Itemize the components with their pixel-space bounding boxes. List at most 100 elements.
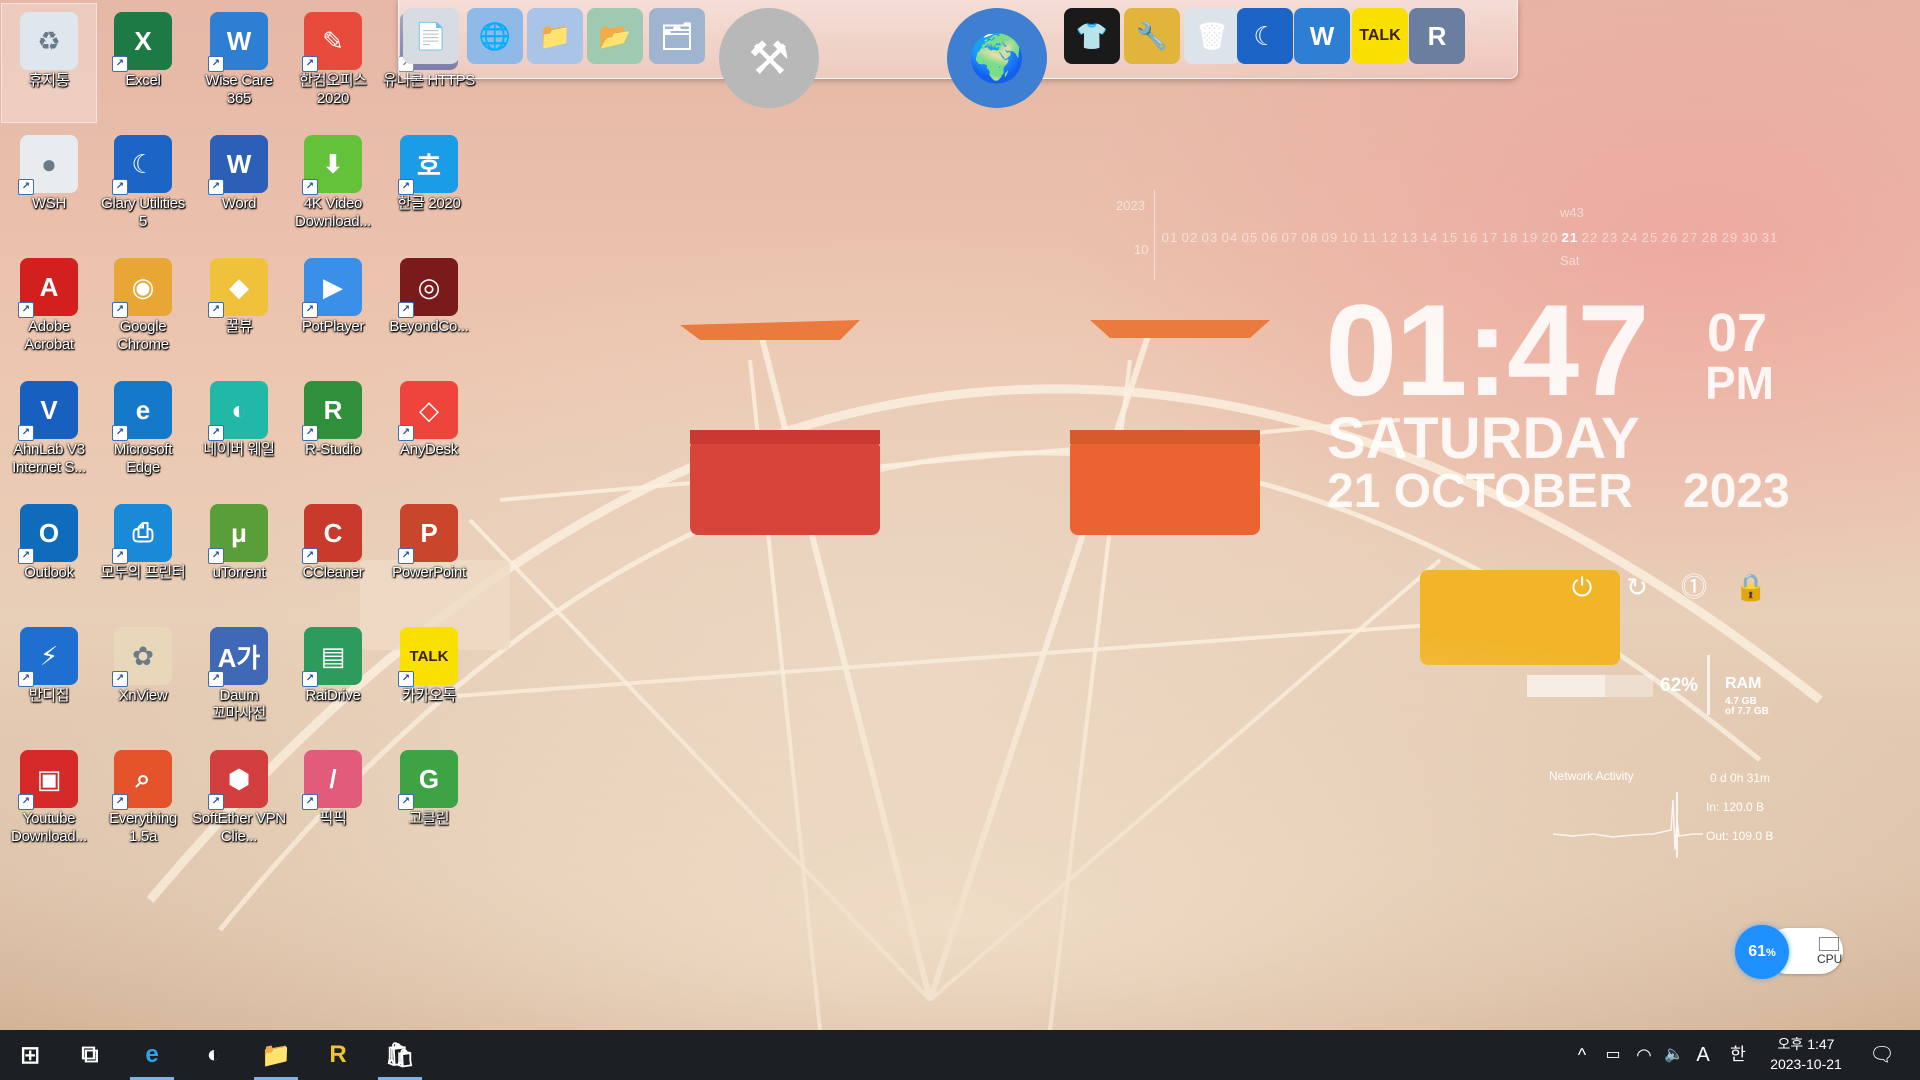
dock-glary-utilities-icon[interactable]: ☾ [1237, 8, 1293, 64]
shortcut-arrow-icon: ↗ [18, 179, 34, 195]
dock-recycle-bin-icon[interactable]: 🗑 [1184, 8, 1240, 64]
cpu-widget[interactable]: CPU 61% [1735, 925, 1845, 979]
power-icon[interactable]: ⏻ [1565, 570, 1599, 604]
desktop-icon-google-chrome[interactable]: ◉ ↗ Google Chrome [96, 250, 190, 368]
desktop-icon-label: 4K Video Download... [295, 195, 371, 230]
dock-green-folder-icon[interactable]: 📂 [587, 8, 643, 64]
desktop-icon-powerpoint[interactable]: P ↗ PowerPoint [382, 496, 476, 614]
desktop-icon-anydesk[interactable]: ◇ ↗ AnyDesk [382, 373, 476, 491]
lock-icon[interactable]: 🔒 [1734, 570, 1768, 604]
desktop-icon-label: WSH [31, 195, 67, 212]
desktop-icon-adobe-acrobat[interactable]: A ↗ Adobe Acrobat [2, 250, 96, 368]
cpu-percent-badge: 61% [1735, 925, 1789, 979]
clock-seconds: 07 [1707, 303, 1768, 363]
desktop-icon-4k-video-downloader[interactable]: ⬇ ↗ 4K Video Download... [286, 127, 380, 245]
desktop-icon-kakaotalk[interactable]: TALK ↗ 카카오톡 [382, 619, 476, 737]
desktop-icon-picpick[interactable]: / ↗ 픽픽 [286, 742, 380, 860]
naver-whale-icon: ◐ ↗ [208, 381, 268, 441]
battery-icon[interactable]: ▭ [1598, 1030, 1628, 1080]
shutdown-icon[interactable]: ⓵ [1677, 570, 1711, 604]
ime-mode-a-icon[interactable]: A [1690, 1030, 1716, 1080]
desktop-icon-r-studio[interactable]: R ↗ R-Studio [286, 373, 380, 491]
raidrive-icon-glyph: ▤ [320, 640, 346, 671]
dock-internet-globe-icon[interactable]: 🌍 [947, 8, 1047, 108]
bandizip-icon: ⚡ ↗ [18, 627, 78, 687]
ram-widget: 62% RAM 4.7 GB of 7.7 GB [1525, 645, 1785, 725]
desktop-icon-goclean[interactable]: G ↗ 고클린 [382, 742, 476, 860]
desktop-icon-youtube-downloader[interactable]: ▣ ↗ Youtube Download... [2, 742, 96, 860]
dock-folder-icon[interactable]: 📁 [527, 8, 583, 64]
ccleaner-icon-glyph: C [323, 517, 343, 548]
ram-total: of 7.7 GB [1725, 706, 1769, 717]
taskbar-file-explorer-icon: 📁 [261, 1041, 291, 1069]
calendar-month: 10 [1134, 242, 1149, 257]
dock-system-tools-icon[interactable]: ⚒ [719, 8, 819, 108]
desktop-icon-raidrive[interactable]: ▤ ↗ RaiDrive [286, 619, 380, 737]
desktop-icon-ccleaner[interactable]: C ↗ CCleaner [286, 496, 380, 614]
taskbar-whale[interactable]: ◐ [186, 1030, 242, 1080]
anydesk-icon: ◇ ↗ [398, 381, 458, 441]
dock-open-folder-icon[interactable]: 🗂 [649, 8, 705, 64]
wifi-icon[interactable]: ◠ [1630, 1030, 1658, 1080]
desktop-icon-ahnlab-v3[interactable]: V ↗ AhnLab V3 Internet S... [2, 373, 96, 491]
task-view-button[interactable]: ⧉ [62, 1030, 118, 1080]
network-graph [1553, 792, 1703, 858]
calendar-day: 09 [1321, 230, 1339, 245]
taskbar-clock[interactable]: 오후 1:47 2023-10-21 [1758, 1034, 1854, 1078]
taskbar-r-app[interactable]: R [310, 1030, 366, 1080]
desktop-icon-potplayer[interactable]: ▶ ↗ PotPlayer [286, 250, 380, 368]
desktop-icon-microsoft-edge[interactable]: e ↗ Microsoft Edge [96, 373, 190, 491]
dock-tools-icon[interactable]: 🔧 [1124, 8, 1180, 64]
desktop-icon-beyond-compare[interactable]: ◎ ↗ BeyondCo... [382, 250, 476, 368]
tray-overflow-chevron-icon[interactable]: ^ [1570, 1030, 1594, 1080]
shortcut-arrow-icon: ↗ [208, 425, 224, 441]
desktop-icon-wise-care[interactable]: W ↗ Wise Care 365 [192, 4, 286, 122]
ime-hangul-icon[interactable]: 한 [1724, 1030, 1752, 1080]
4k-video-downloader-icon-glyph: ⬇ [322, 148, 344, 179]
desktop-icon-recycle-bin[interactable]: ♻ 휴지통 [1, 3, 97, 123]
shortcut-arrow-icon: ↗ [112, 179, 128, 195]
start-button[interactable]: ⊞ [2, 1030, 58, 1080]
desktop-icon-outlook[interactable]: O ↗ Outlook [2, 496, 96, 614]
desktop[interactable]: ♻휴지통X↗ExcelW↗Wise Care 365✎↗한컴오피스 2020U↗… [0, 0, 1920, 1030]
desktop-icon-glary-utilities[interactable]: ☾ ↗ Glary Utilities 5 [96, 127, 190, 245]
desktop-icon-excel[interactable]: X ↗ Excel [96, 4, 190, 122]
desktop-icon-everything-search[interactable]: ⌕ ↗ Everything 1.5a [96, 742, 190, 860]
calendar-day: 03 [1201, 230, 1219, 245]
restart-icon[interactable]: ↻ [1620, 570, 1654, 604]
calendar-day: 17 [1481, 230, 1499, 245]
desktop-icon-naver-whale[interactable]: ◐ ↗ 네이버 웨일 [192, 373, 286, 491]
dock-tshirt-icon[interactable]: 👕 [1064, 8, 1120, 64]
desktop-icon-softether-vpn[interactable]: ⬢ ↗ SoftEther VPN Clie... [192, 742, 286, 860]
desktop-icon-bandizip[interactable]: ⚡ ↗ 반디집 [2, 619, 96, 737]
desktop-icon-hancom-office[interactable]: ✎ ↗ 한컴오피스 2020 [286, 4, 380, 122]
desktop-icon-hangul-2020[interactable]: 호 ↗ 한글 2020 [382, 127, 476, 245]
desktop-icon-honeyview[interactable]: ◆ ↗ 꿀뷰 [192, 250, 286, 368]
desktop-icon-daum-dictionary[interactable]: A가 ↗ Daum 꼬마사전 [192, 619, 286, 737]
notification-center-icon[interactable]: 🗨 [1862, 1030, 1902, 1080]
dock-r-studio-icon[interactable]: R [1409, 8, 1465, 64]
shortcut-arrow-icon: ↗ [398, 302, 414, 318]
desktop-icon-modu-printer[interactable]: ⎙ ↗ 모두의 프린터 [96, 496, 190, 614]
desktop-icon-label: SoftEther VPN Clie... [192, 810, 286, 845]
desktop-icon-xnview[interactable]: ✿ ↗ XnView [96, 619, 190, 737]
dock-wise-care-icon[interactable]: W [1294, 8, 1350, 64]
taskbar-file-explorer[interactable]: 📁 [248, 1030, 304, 1080]
taskbar-store[interactable]: 🛍 [372, 1030, 428, 1080]
outlook-icon: O ↗ [18, 504, 78, 564]
taskbar-edge[interactable]: e [124, 1030, 180, 1080]
desktop-icon-label: Youtube Download... [11, 810, 87, 845]
desktop-icon-utorrent[interactable]: μ ↗ uTorrent [192, 496, 286, 614]
ram-usage-fill [1527, 675, 1606, 697]
desktop-icon-word[interactable]: W ↗ Word [192, 127, 286, 245]
shortcut-arrow-icon: ↗ [18, 671, 34, 687]
network-label: Network Activity [1549, 769, 1634, 783]
dock-kakaotalk-icon[interactable]: TALK [1352, 8, 1408, 64]
wsh-icon: ● ↗ [18, 135, 78, 195]
dock-documents-icon[interactable]: 📄 [403, 8, 459, 64]
dock-network-globe-icon[interactable]: 🌐 [467, 8, 523, 64]
honeyview-icon-glyph: ◆ [229, 271, 249, 302]
desktop-icon-wsh[interactable]: ● ↗ WSH [2, 127, 96, 245]
volume-icon[interactable]: 🔈 [1660, 1030, 1688, 1080]
cpu-graph-icon [1819, 937, 1839, 951]
